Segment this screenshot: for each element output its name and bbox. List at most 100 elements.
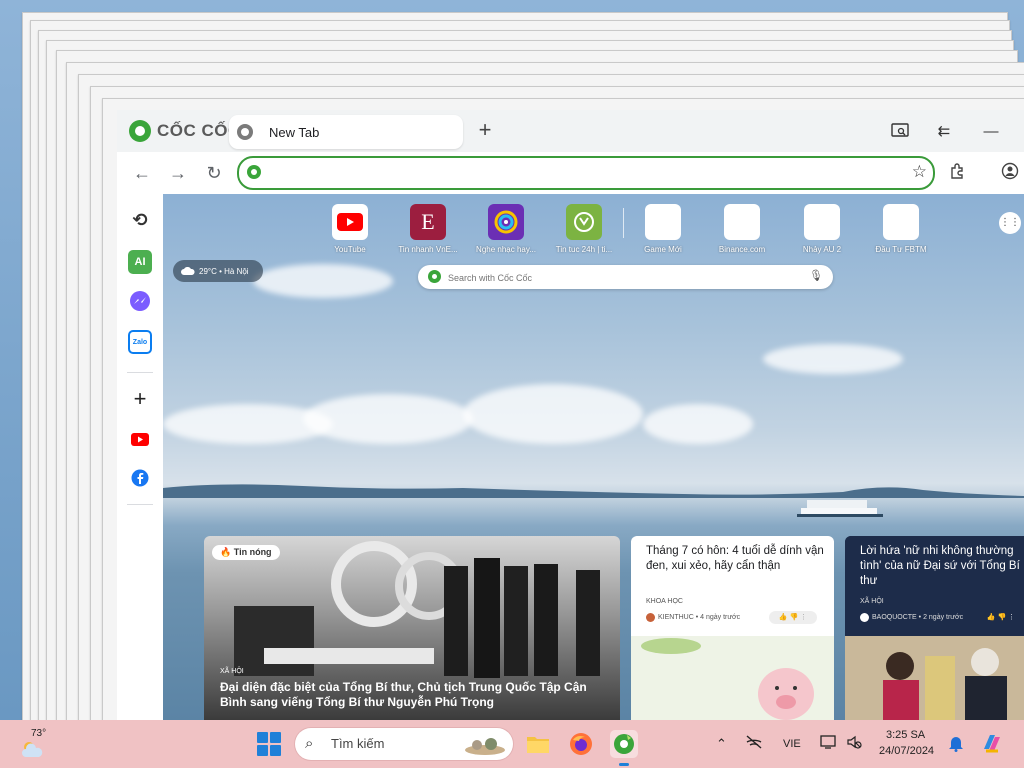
cloud-icon bbox=[181, 266, 195, 275]
display-icon[interactable] bbox=[820, 734, 838, 753]
shortcut-label: Đầu Tư FBTM bbox=[875, 245, 927, 254]
clock-time[interactable]: 3:25 SA bbox=[886, 729, 925, 741]
history-icon[interactable]: ⟲ bbox=[128, 208, 152, 232]
shortcut-youtube[interactable]: YouTube bbox=[318, 204, 382, 254]
news-card[interactable]: Lời hứa 'nữ nhi không thường tình' của n… bbox=[845, 536, 1024, 720]
news-source-text: KIENTHUC • 4 ngày trước bbox=[658, 614, 741, 621]
background-cloud bbox=[303, 394, 473, 444]
au2-icon bbox=[804, 204, 840, 240]
shortcut-binance[interactable]: Binance.com bbox=[710, 204, 774, 254]
news-headline: Đại diện đặc biệt của Tổng Bí thư, Chủ t… bbox=[220, 680, 587, 709]
fbtm-icon bbox=[883, 204, 919, 240]
news-card-main[interactable]: 🔥 Tin nóng XÃ HỘI Đại diện đặc biệt của … bbox=[204, 536, 620, 720]
sidebar-divider bbox=[127, 372, 153, 373]
search-highlight-image bbox=[465, 738, 505, 755]
volume-muted-icon[interactable] bbox=[846, 734, 862, 753]
sidebar-divider bbox=[127, 504, 153, 505]
firefox-icon[interactable] bbox=[567, 730, 595, 758]
zalo-icon[interactable]: Zalo bbox=[128, 330, 152, 354]
tab-new-tab[interactable]: New Tab bbox=[229, 115, 463, 149]
news-category: KHOA HỌC bbox=[646, 598, 683, 605]
forward-arrow-icon[interactable]: → bbox=[167, 162, 189, 184]
shortcut-label: Game Mới bbox=[644, 245, 682, 254]
background-cloud bbox=[463, 384, 643, 444]
coccoc-tab-icon bbox=[237, 124, 253, 140]
news-title: Lời hứa 'nữ nhi không thường tình' của n… bbox=[860, 545, 1020, 587]
start-button[interactable] bbox=[257, 732, 281, 756]
shortcut-label: Binance.com bbox=[718, 245, 766, 254]
coccoc-search-icon bbox=[428, 270, 441, 283]
shortcut-news24h[interactable]: Tin tuc 24h | ti... bbox=[552, 204, 616, 254]
new-tab-button[interactable]: + bbox=[474, 119, 496, 142]
shortcut-label: Nhảy AU 2 bbox=[802, 245, 842, 254]
copilot-icon[interactable] bbox=[980, 731, 1004, 758]
shortcut-game[interactable]: Game Mới bbox=[631, 204, 695, 254]
background-cloud bbox=[253, 264, 393, 298]
back-to-tabs-icon[interactable]: ⇇ bbox=[934, 122, 954, 142]
profile-icon[interactable] bbox=[999, 162, 1021, 184]
title-bar: CỐC CỐC New Tab + ⇇ — bbox=[117, 110, 1024, 152]
binance-icon bbox=[724, 204, 760, 240]
notification-bell-icon[interactable] bbox=[948, 735, 964, 755]
shortcut-label: Nghe nhạc hay... bbox=[476, 245, 536, 254]
reaction-buttons[interactable]: 👍 👎 ⋮ bbox=[769, 611, 817, 624]
network-offline-icon[interactable] bbox=[745, 734, 763, 753]
coccoc-logo-icon bbox=[129, 120, 151, 142]
microphone-icon[interactable]: 🎙 bbox=[809, 269, 823, 282]
source-logo-icon bbox=[646, 613, 655, 622]
reload-icon[interactable]: ↻ bbox=[203, 162, 225, 184]
address-bar[interactable]: ☆ bbox=[237, 156, 935, 190]
tab-title: New Tab bbox=[269, 124, 320, 140]
youtube-sidebar-icon[interactable] bbox=[128, 427, 152, 451]
pig-illustration bbox=[631, 636, 834, 720]
music-icon bbox=[488, 204, 524, 240]
coccoc-logo[interactable]: CỐC CỐC bbox=[129, 120, 241, 142]
cloud-sun-icon bbox=[22, 742, 43, 757]
facebook-sidebar-icon[interactable] bbox=[128, 466, 152, 490]
shortcut-vnexpress[interactable]: E Tin nhanh VnE... bbox=[396, 204, 460, 254]
messenger-icon[interactable] bbox=[128, 289, 152, 313]
coccoc-taskbar-icon[interactable] bbox=[610, 730, 638, 758]
news-source: KIENTHUC • 4 ngày trước bbox=[646, 613, 740, 622]
file-explorer-icon[interactable] bbox=[524, 730, 552, 758]
shortcut-music[interactable]: Nghe nhạc hay... bbox=[474, 204, 538, 254]
show-hidden-icons[interactable]: ⌃ bbox=[716, 736, 727, 752]
weather-chip[interactable]: 29°C • Hà Nội bbox=[173, 260, 263, 282]
news-card[interactable]: Tháng 7 có hôn: 4 tuổi dễ dính vận đen, … bbox=[631, 536, 834, 720]
news-source-text: BAOQUOCTE • 2 ngày trước bbox=[872, 614, 964, 621]
active-app-indicator bbox=[619, 763, 629, 766]
taskbar-search-label: Tìm kiếm bbox=[331, 736, 385, 751]
reaction-buttons[interactable]: 👍 👎 ⋮ bbox=[977, 611, 1024, 624]
new-tab-page: YouTube E Tin nhanh VnE... Nghe nhạc hay… bbox=[163, 194, 1024, 720]
shortcut-au2[interactable]: Nhảy AU 2 bbox=[790, 204, 854, 254]
news-title: Tháng 7 có hôn: 4 tuổi dễ dính vận đen, … bbox=[646, 545, 824, 572]
source-logo-icon bbox=[860, 613, 869, 622]
coccoc-search-icon bbox=[247, 165, 261, 179]
apps-grid-icon[interactable]: ⋮⋮ bbox=[999, 212, 1021, 234]
extensions-icon[interactable] bbox=[947, 162, 969, 184]
search-input[interactable] bbox=[446, 265, 800, 291]
taskbar-search[interactable]: ⌕ Tìm kiếm bbox=[295, 728, 513, 760]
news-category: XÃ HỘI bbox=[220, 668, 244, 675]
add-icon[interactable]: + bbox=[128, 386, 152, 411]
boat-image bbox=[797, 500, 883, 517]
toolbar: ← → ↻ ☆ bbox=[117, 152, 1024, 194]
shortcut-fbtm[interactable]: Đầu Tư FBTM bbox=[869, 204, 933, 254]
back-arrow-icon[interactable]: ← bbox=[131, 162, 153, 184]
background-cloud bbox=[643, 404, 753, 444]
minimize-button[interactable]: — bbox=[981, 122, 1001, 142]
bookmark-star-icon[interactable]: ☆ bbox=[912, 162, 927, 182]
weather-text: 29°C • Hà Nội bbox=[199, 266, 249, 276]
background-hills bbox=[163, 484, 1024, 498]
tab-search-icon[interactable] bbox=[890, 122, 910, 142]
hot-news-badge: 🔥 Tin nóng bbox=[212, 545, 280, 560]
language-indicator[interactable]: VIE bbox=[783, 738, 801, 750]
search-box[interactable]: 🎙 bbox=[418, 265, 833, 291]
hot-badge-label: Tin nóng bbox=[233, 547, 272, 557]
shortcut-separator bbox=[623, 208, 624, 238]
sidebar: ⟲ AI Zalo + bbox=[117, 194, 163, 720]
temperature: 73° bbox=[31, 728, 47, 739]
fire-icon: 🔥 bbox=[220, 547, 232, 557]
ai-chat-icon[interactable]: AI bbox=[128, 250, 152, 274]
clock-date[interactable]: 24/07/2024 bbox=[879, 745, 934, 757]
